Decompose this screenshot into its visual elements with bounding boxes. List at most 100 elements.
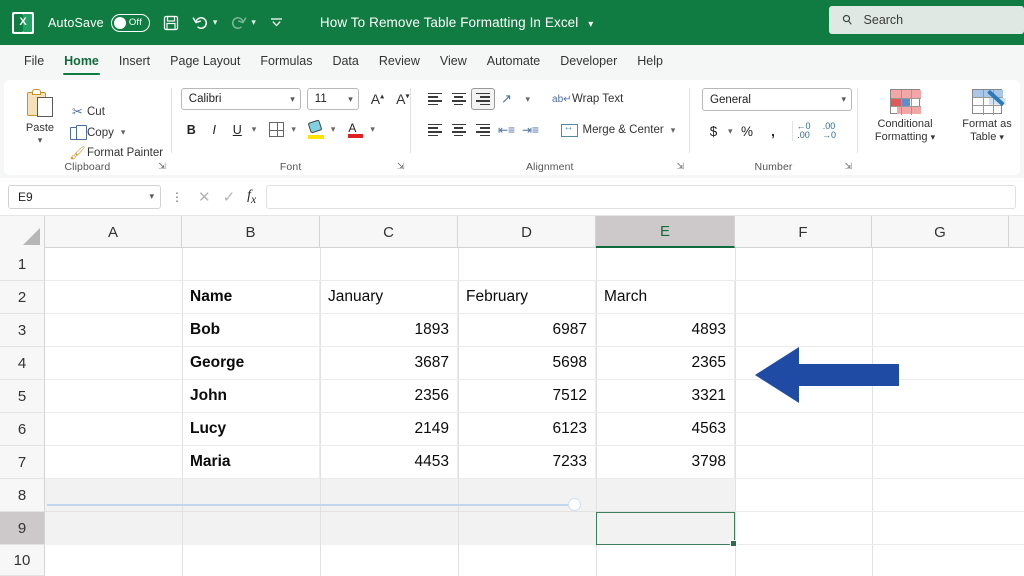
cell-D4[interactable]: 5698	[458, 347, 596, 380]
column-header-f[interactable]: F	[735, 216, 872, 248]
row-header-5[interactable]: 5	[0, 380, 45, 413]
wrap-text-button[interactable]: ab↵ Wrap Text	[552, 93, 623, 105]
number-format-chevron-down-icon[interactable]: ▾	[841, 94, 846, 105]
increase-font-size-button[interactable]: A▴	[371, 91, 384, 107]
font-name-input[interactable]: Calibri ▾	[181, 88, 301, 110]
decrease-decimal-button[interactable]: .00→0	[818, 121, 841, 141]
cut-button[interactable]: ✂ Cut	[68, 104, 163, 120]
tab-insert[interactable]: Insert	[109, 45, 160, 78]
copy-chevron-down-icon[interactable]: ▾	[121, 127, 126, 138]
row-header-4[interactable]: 4	[0, 347, 45, 380]
tab-home[interactable]: Home	[54, 45, 109, 78]
cell-E2[interactable]: March	[596, 281, 735, 314]
conditional-formatting-button[interactable]: Conditional Formatting ▾	[872, 86, 938, 175]
increase-decimal-button[interactable]: ←0.00	[792, 121, 815, 141]
undo-icon[interactable]	[192, 15, 209, 30]
enter-icon[interactable]: ✓	[223, 188, 236, 206]
cell-B4[interactable]: George	[182, 347, 320, 380]
cell-D2[interactable]: February	[458, 281, 596, 314]
column-header-c[interactable]: C	[320, 216, 458, 248]
fill-color-button[interactable]	[306, 119, 327, 140]
underline-button[interactable]: U	[227, 119, 248, 140]
font-dialog-launcher-icon[interactable]: ⇲	[397, 161, 405, 172]
bold-button[interactable]: B	[181, 119, 202, 140]
number-format-select[interactable]: General ▾	[702, 88, 852, 111]
column-header-g[interactable]: G	[872, 216, 1009, 248]
format-as-table-button[interactable]: Format as Table ▾	[954, 86, 1020, 175]
column-header-a[interactable]: A	[45, 216, 182, 248]
align-top-button[interactable]	[423, 88, 447, 110]
tab-help[interactable]: Help	[627, 45, 673, 78]
tab-developer[interactable]: Developer	[550, 45, 627, 78]
percent-button[interactable]: %	[736, 121, 759, 141]
cell-B3[interactable]: Bob	[182, 314, 320, 347]
cell-B2[interactable]: Name	[182, 281, 320, 314]
row-header-7[interactable]: 7	[0, 446, 45, 479]
fill-color-chevron-down-icon[interactable]: ▾	[331, 124, 336, 135]
increase-indent-button[interactable]: ⇥≡	[519, 119, 543, 141]
cell-E7[interactable]: 3798	[596, 446, 735, 479]
font-color-chevron-down-icon[interactable]: ▾	[370, 124, 375, 135]
formula-input[interactable]	[266, 185, 1016, 209]
cell-D6[interactable]: 6123	[458, 413, 596, 446]
currency-chevron-down-icon[interactable]: ▾	[728, 126, 733, 137]
tab-formulas[interactable]: Formulas	[250, 45, 322, 78]
column-header-e[interactable]: E	[596, 216, 735, 248]
autosave-toggle[interactable]: Off	[111, 14, 150, 32]
align-center-button[interactable]	[447, 119, 471, 141]
row-header-9[interactable]: 9	[0, 512, 45, 545]
alignment-dialog-launcher-icon[interactable]: ⇲	[676, 161, 684, 172]
decrease-font-size-button[interactable]: A▾	[396, 91, 409, 107]
select-all-corner[interactable]	[0, 216, 45, 248]
font-name-chevron-down-icon[interactable]: ▾	[290, 94, 295, 105]
redo-icon[interactable]	[230, 15, 247, 30]
document-title-chevron-icon[interactable]: ▾	[588, 19, 593, 30]
name-box[interactable]: E9 ▾	[8, 185, 161, 209]
borders-chevron-down-icon[interactable]: ▾	[291, 124, 296, 135]
document-title[interactable]: How To Remove Table Formatting In Excel …	[320, 15, 594, 30]
cell-C5[interactable]: 2356	[320, 380, 458, 413]
cell-C4[interactable]: 3687	[320, 347, 458, 380]
borders-button[interactable]	[266, 119, 287, 140]
row-header-2[interactable]: 2	[0, 281, 45, 314]
tab-view[interactable]: View	[430, 45, 477, 78]
conditional-formatting-chevron-down-icon[interactable]: ▾	[931, 132, 936, 142]
row-header-8[interactable]: 8	[0, 479, 45, 512]
align-bottom-button[interactable]	[471, 88, 495, 110]
decrease-indent-button[interactable]: ⇤≡	[495, 119, 519, 141]
cell-E5[interactable]: 3321	[596, 380, 735, 413]
merge-and-center-button[interactable]: Merge & Center ▾	[561, 124, 676, 137]
align-right-button[interactable]	[471, 119, 495, 141]
row-header-10[interactable]: 10	[0, 545, 45, 576]
cancel-icon[interactable]: ✕	[198, 188, 211, 206]
tab-data[interactable]: Data	[322, 45, 368, 78]
cell-C3[interactable]: 1893	[320, 314, 458, 347]
save-icon[interactable]	[163, 15, 179, 31]
copy-button[interactable]: Copy ▾	[68, 125, 163, 140]
insert-function-icon[interactable]: fx	[247, 188, 256, 206]
undo-dropdown-chevron-icon[interactable]: ▾	[213, 17, 218, 28]
merge-center-chevron-down-icon[interactable]: ▾	[671, 125, 676, 136]
orientation-button[interactable]: ↗	[495, 88, 519, 110]
comma-style-button[interactable]: ,	[762, 121, 785, 141]
font-size-input[interactable]: 11 ▾	[307, 88, 359, 110]
cell-D3[interactable]: 6987	[458, 314, 596, 347]
number-dialog-launcher-icon[interactable]: ⇲	[844, 161, 852, 172]
redo-dropdown-chevron-icon[interactable]: ▾	[251, 17, 256, 28]
cell-C6[interactable]: 2149	[320, 413, 458, 446]
clipboard-dialog-launcher-icon[interactable]: ⇲	[158, 161, 166, 172]
currency-button[interactable]: $	[702, 121, 725, 141]
font-color-button[interactable]: A	[345, 119, 366, 140]
cell-B7[interactable]: Maria	[182, 446, 320, 479]
align-middle-button[interactable]	[447, 88, 471, 110]
selected-cell-e9[interactable]	[596, 512, 735, 545]
cell-D7[interactable]: 7233	[458, 446, 596, 479]
cell-E3[interactable]: 4893	[596, 314, 735, 347]
tab-page-layout[interactable]: Page Layout	[160, 45, 250, 78]
cell-B6[interactable]: Lucy	[182, 413, 320, 446]
name-box-chevron-down-icon[interactable]: ▾	[149, 191, 154, 202]
tab-automate[interactable]: Automate	[477, 45, 551, 78]
format-painter-button[interactable]: 🖌 Format Painter	[68, 145, 163, 161]
tab-file[interactable]: File	[14, 45, 54, 78]
row-header-1[interactable]: 1	[0, 248, 45, 281]
